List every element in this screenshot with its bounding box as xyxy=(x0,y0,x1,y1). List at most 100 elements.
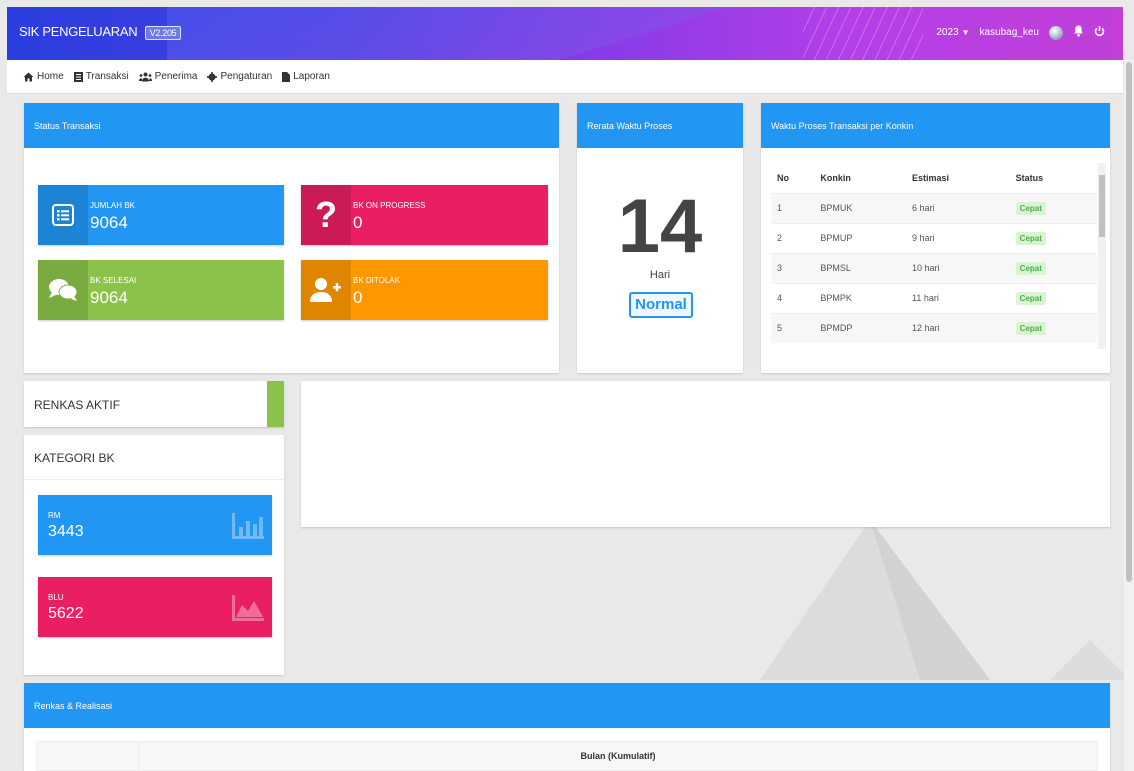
table-row: 5 BPMDP 12 hari Cepat xyxy=(771,312,1097,343)
rerata-unit: Hari xyxy=(649,269,671,281)
tile-bk-selesai[interactable]: BK SELESAI 9064 xyxy=(38,260,284,320)
table-row: 1 BPMUK 6 hari Cepat xyxy=(771,192,1097,223)
caret-down-icon: ▼ xyxy=(961,28,970,37)
nav-transaksi-label: Transaksi xyxy=(85,71,129,82)
empty-header-cell xyxy=(37,742,139,771)
tile-value: 9064 xyxy=(90,213,128,232)
users-icon xyxy=(138,72,152,81)
status-badge: Cepat xyxy=(1015,321,1046,335)
column-header: Bulan (Kumulatif) xyxy=(580,751,656,761)
report-icon xyxy=(282,71,291,82)
nav-laporan[interactable]: Laporan xyxy=(282,71,330,82)
power-icon[interactable] xyxy=(1094,25,1105,40)
row-estimasi: 10 hari xyxy=(905,252,1010,283)
app-title[interactable]: SIK PENGELUARAN xyxy=(19,24,138,39)
rerata-waktu-card: Rerata Waktu Proses 14 Hari Normal xyxy=(577,103,743,373)
renkas-aktif-card[interactable]: RENKAS AKTIF xyxy=(24,381,284,427)
row-no: 4 xyxy=(771,282,815,313)
renkas-aktif-indicator xyxy=(267,381,284,427)
konkin-title: Waktu Proses Transaksi per Konkin xyxy=(761,103,1110,148)
nav-transaksi[interactable]: Transaksi xyxy=(73,71,129,82)
header-right: 2023 ▼ kasubag_keu xyxy=(936,25,1105,40)
year-value: 2023 xyxy=(936,27,959,38)
renkas-realisasi-title: Renkas & Realisasi xyxy=(24,683,1110,728)
divider xyxy=(24,479,284,480)
row-no: 5 xyxy=(771,312,815,343)
rerata-value: 14 xyxy=(617,184,703,269)
table-scrollbar[interactable] xyxy=(1098,163,1106,349)
rerata-title: Rerata Waktu Proses xyxy=(577,103,743,148)
tile-rm[interactable]: RM 3443 xyxy=(38,495,272,555)
nav-penerima-label: Penerima xyxy=(154,71,198,82)
page-scrollbar[interactable] xyxy=(1124,60,1134,771)
table-row: 4 BPMPK 11 hari Cepat xyxy=(771,282,1097,313)
tile-label: RM xyxy=(48,511,61,520)
row-status: Cepat xyxy=(1009,192,1097,223)
status-badge: Normal xyxy=(629,292,693,318)
tile-value: 3443 xyxy=(48,523,84,540)
table-row: 2 BPMUP 9 hari Cepat xyxy=(771,222,1097,253)
tile-value: 0 xyxy=(353,213,363,232)
table-header-row: No Konkin Estimasi Status xyxy=(771,163,1097,193)
row-konkin: BPMPK xyxy=(814,282,906,313)
tile-label: BK ON PROGRESS xyxy=(353,201,426,210)
row-status: Cepat xyxy=(1009,312,1097,343)
avatar[interactable] xyxy=(1049,25,1063,40)
chart-panel xyxy=(301,381,1110,527)
row-estimasi: 11 hari xyxy=(905,282,1010,313)
status-badge: Cepat xyxy=(1015,231,1046,245)
tile-blu[interactable]: BLU 5622 xyxy=(38,577,272,637)
gear-icon xyxy=(207,71,218,82)
renkas-realisasi-card: Renkas & Realisasi Bulan (Kumulatif) xyxy=(24,683,1110,771)
konkin-card: Waktu Proses Transaksi per Konkin No Kon… xyxy=(761,103,1110,373)
column-header: Status xyxy=(1015,172,1044,183)
row-konkin: BPMUK xyxy=(814,192,906,223)
main-nav: Home Transaksi Penerima Pengaturan Lapor… xyxy=(7,60,1123,94)
tile-bk-on-progress[interactable]: ? BK ON PROGRESS 0 xyxy=(301,185,548,245)
background-decoration xyxy=(760,520,1130,680)
column-header: No xyxy=(777,172,789,183)
tile-label: BLU xyxy=(48,593,64,602)
tile-bk-ditolak[interactable]: BK DITOLAK 0 xyxy=(301,260,548,320)
app-brand[interactable]: SIK PENGELUARAN V2.205 xyxy=(19,24,182,40)
row-no: 2 xyxy=(771,222,815,253)
scrollbar-thumb[interactable] xyxy=(1099,175,1105,237)
home-icon xyxy=(23,72,34,81)
column-header: Estimasi xyxy=(911,172,950,183)
user-name[interactable]: kasubag_keu xyxy=(980,27,1040,38)
year-dropdown[interactable]: 2023 ▼ xyxy=(936,27,969,38)
row-estimasi: 12 hari xyxy=(905,312,1010,343)
tile-value: 9064 xyxy=(90,288,128,307)
top-header: SIK PENGELUARAN V2.205 2023 ▼ kasubag_keu xyxy=(7,7,1123,60)
scrollbar-thumb[interactable] xyxy=(1126,62,1132,582)
tile-jumlah-bk[interactable]: JUMLAH BK 9064 xyxy=(38,185,284,245)
status-badge: Cepat xyxy=(1015,261,1046,275)
tile-label: JUMLAH BK xyxy=(90,201,135,210)
nav-pengaturan[interactable]: Pengaturan xyxy=(207,71,272,82)
tile-label: BK DITOLAK xyxy=(353,276,400,285)
bell-icon[interactable] xyxy=(1073,25,1084,40)
row-estimasi: 6 hari xyxy=(905,192,1010,223)
question-icon: ? xyxy=(301,185,351,245)
row-no: 3 xyxy=(771,252,815,283)
renkas-aktif-title: RENKAS AKTIF xyxy=(34,398,121,412)
user-plus-icon xyxy=(301,260,351,320)
kategori-bk-card: KATEGORI BK RM 3443 BLU 5622 xyxy=(24,435,284,675)
nav-penerima[interactable]: Penerima xyxy=(138,71,198,82)
chat-icon xyxy=(38,260,88,320)
status-badge: Cepat xyxy=(1015,291,1046,305)
row-konkin: BPMSL xyxy=(814,252,906,283)
nav-home-label: Home xyxy=(37,71,64,82)
konkin-table-wrapper[interactable]: No Konkin Estimasi Status 1 BPMUK 6 hari… xyxy=(771,163,1097,349)
tile-label: BK SELESAI xyxy=(90,276,137,285)
table-row: 3 BPMSL 10 hari Cepat xyxy=(771,252,1097,283)
table-header: Bulan (Kumulatif) xyxy=(36,741,1098,771)
bar-chart-icon xyxy=(232,513,264,539)
status-badge: Cepat xyxy=(1015,201,1046,215)
column-header: Konkin xyxy=(820,172,851,183)
row-status: Cepat xyxy=(1009,222,1097,253)
row-no: 1 xyxy=(771,192,815,223)
tile-value: 0 xyxy=(353,288,363,307)
nav-home[interactable]: Home xyxy=(23,71,64,82)
konkin-table: No Konkin Estimasi Status 1 BPMUK 6 hari… xyxy=(771,163,1097,343)
